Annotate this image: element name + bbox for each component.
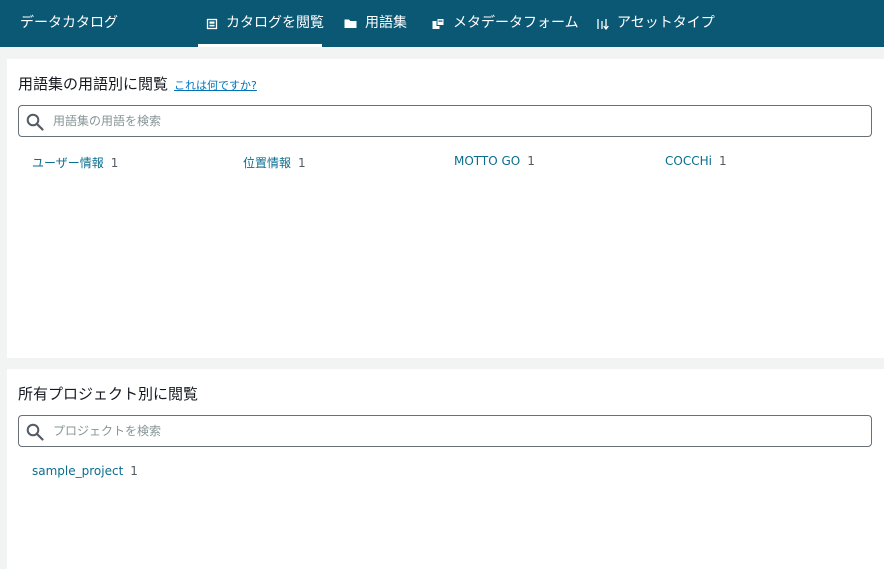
term-count: 1 xyxy=(298,156,306,170)
browse-by-glossary-panel: 用語集の用語別に閲覧これは何ですか? ユーザー情報 1 位置情報 1 MOTTO G… xyxy=(7,59,884,358)
glossary-term-user-info[interactable]: ユーザー情報 1 xyxy=(32,154,118,171)
top-navigation-bar: データカタログ カタログを閲覧 用語集 メタデータフォーム アセットタイプ xyxy=(0,0,884,47)
term-count: 1 xyxy=(110,156,119,170)
term-label: ユーザー情報 xyxy=(32,156,104,170)
glossary-search-input[interactable] xyxy=(53,106,853,136)
metadata-form-icon xyxy=(432,17,445,29)
glossary-term-location-info[interactable]: 位置情報 1 xyxy=(243,154,306,171)
tab-label: カタログを閲覧 xyxy=(226,15,324,31)
glossary-section-title-text: 用語集の用語別に閲覧 xyxy=(18,75,169,93)
project-count: 1 xyxy=(130,464,138,478)
project-section-title: 所有プロジェクト別に閲覧 xyxy=(18,385,199,403)
term-count: 1 xyxy=(718,154,727,168)
what-is-this-link[interactable]: これは何ですか? xyxy=(174,79,257,92)
asset-type-icon xyxy=(597,18,609,30)
tab-metadata-forms[interactable]: メタデータフォーム xyxy=(432,0,579,47)
tab-label: アセットタイプ xyxy=(617,15,715,31)
glossary-search-box[interactable] xyxy=(18,105,872,137)
glossary-term-cocchi[interactable]: COCCHi 1 xyxy=(665,154,727,168)
project-item-sample-project[interactable]: sample_project 1 xyxy=(32,464,138,478)
term-label: 位置情報 xyxy=(243,156,292,170)
glossary-term-motto-go[interactable]: MOTTO GO 1 xyxy=(454,154,535,168)
term-count: 1 xyxy=(527,154,535,168)
search-icon xyxy=(26,423,44,441)
project-search-box[interactable] xyxy=(18,415,872,447)
browse-by-project-panel: 所有プロジェクト別に閲覧 sample_project 1 xyxy=(7,369,884,569)
glossary-section-title: 用語集の用語別に閲覧 これは何ですか? xyxy=(18,73,257,94)
tab-browse-catalog[interactable]: カタログを閲覧 xyxy=(198,0,324,47)
app-title[interactable]: データカタログ xyxy=(20,0,118,47)
tab-label: 用語集 xyxy=(365,15,407,31)
search-icon xyxy=(26,113,44,131)
tab-glossary[interactable]: 用語集 xyxy=(344,0,407,47)
project-search-input[interactable] xyxy=(53,416,853,446)
tab-label: メタデータフォーム xyxy=(453,15,579,31)
term-label: COCCHi xyxy=(665,154,712,168)
folder-icon xyxy=(344,19,357,28)
term-label: MOTTO GO xyxy=(454,154,521,168)
tab-asset-types[interactable]: アセットタイプ xyxy=(596,0,715,47)
project-label: sample_project xyxy=(32,464,124,478)
catalog-icon xyxy=(206,18,218,29)
